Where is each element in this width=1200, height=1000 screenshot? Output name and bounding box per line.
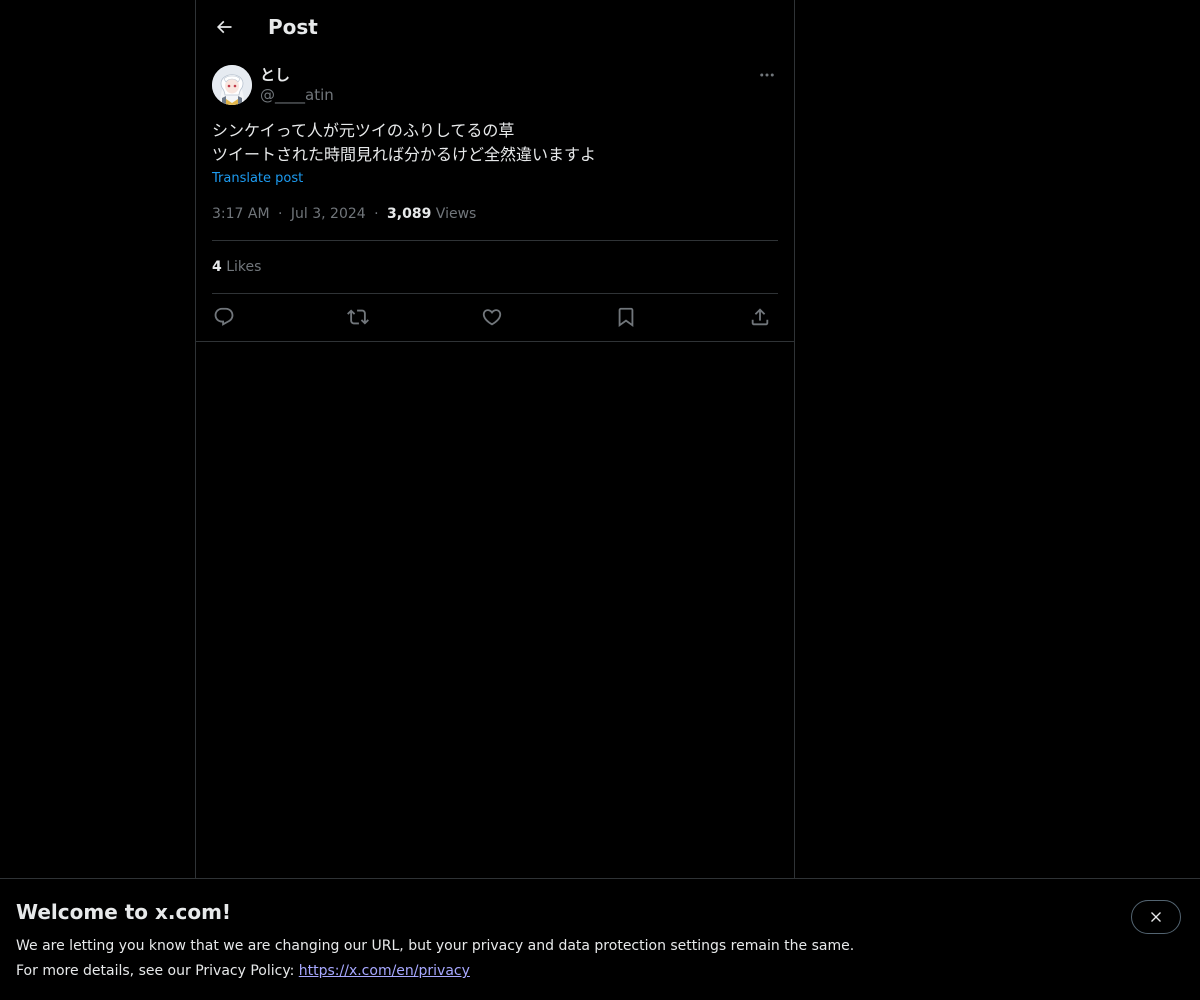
- close-banner-button[interactable]: [1131, 900, 1181, 934]
- likes-summary[interactable]: 4 Likes: [212, 257, 261, 277]
- divider: [212, 240, 778, 241]
- post-author: とし @____atin: [212, 64, 778, 108]
- views-count: 3,089: [387, 206, 432, 222]
- post-time[interactable]: 3:17 AM: [212, 206, 270, 222]
- like-button[interactable]: [480, 305, 504, 329]
- post-meta: 3:17 AM · Jul 3, 2024 · 3,089 Views: [212, 204, 476, 224]
- avatar-illustration: [212, 65, 252, 105]
- post-actions: [212, 300, 778, 334]
- share-button[interactable]: [748, 305, 772, 329]
- welcome-banner: Welcome to x.com! We are letting you kno…: [0, 878, 1200, 1000]
- bookmark-button[interactable]: [614, 305, 638, 329]
- banner-privacy-prefix: For more details, see our Privacy Policy…: [16, 963, 299, 979]
- bookmark-icon: [618, 307, 634, 328]
- repost-icon: [347, 309, 369, 325]
- more-options-button[interactable]: [756, 64, 778, 86]
- banner-title: Welcome to x.com!: [16, 900, 232, 924]
- ellipsis-icon: [760, 73, 774, 77]
- heart-icon: [482, 309, 502, 326]
- views-label: Views: [435, 206, 477, 222]
- post-text-line: シンケイって人が元ツイのふりしてるの草: [212, 121, 515, 140]
- share-icon: [751, 308, 769, 326]
- primary-column: Post とし @____atin シンケイって人が元ツイのふりしてるの草 ツイ…: [195, 0, 795, 878]
- author-display-name[interactable]: とし: [260, 65, 290, 85]
- post-text: シンケイって人が元ツイのふりしてるの草 ツイートされた時間見れば分かるけど全然違…: [212, 119, 778, 167]
- divider: [212, 293, 778, 294]
- post-header: Post: [196, 0, 794, 54]
- banner-message: We are letting you know that we are chan…: [16, 938, 855, 954]
- divider: [196, 341, 794, 342]
- back-button[interactable]: [208, 11, 240, 43]
- close-icon: [1151, 912, 1161, 922]
- meta-separator: ·: [374, 206, 379, 222]
- post-text-line: ツイートされた時間見れば分かるけど全然違いますよ: [212, 145, 597, 164]
- likes-label: Likes: [226, 259, 262, 275]
- meta-separator: ·: [278, 206, 283, 222]
- post-date[interactable]: Jul 3, 2024: [291, 206, 366, 222]
- reply-icon: [214, 307, 234, 326]
- banner-privacy-line: For more details, see our Privacy Policy…: [16, 960, 470, 982]
- reply-button[interactable]: [212, 305, 236, 329]
- arrow-left-icon: [216, 20, 232, 34]
- page-title: Post: [268, 15, 318, 39]
- author-handle[interactable]: @____atin: [260, 85, 334, 105]
- likes-count: 4: [212, 259, 222, 275]
- repost-button[interactable]: [346, 305, 370, 329]
- translate-post-link[interactable]: Translate post: [212, 170, 303, 188]
- privacy-policy-link[interactable]: https://x.com/en/privacy: [299, 963, 470, 979]
- avatar[interactable]: [212, 65, 252, 105]
